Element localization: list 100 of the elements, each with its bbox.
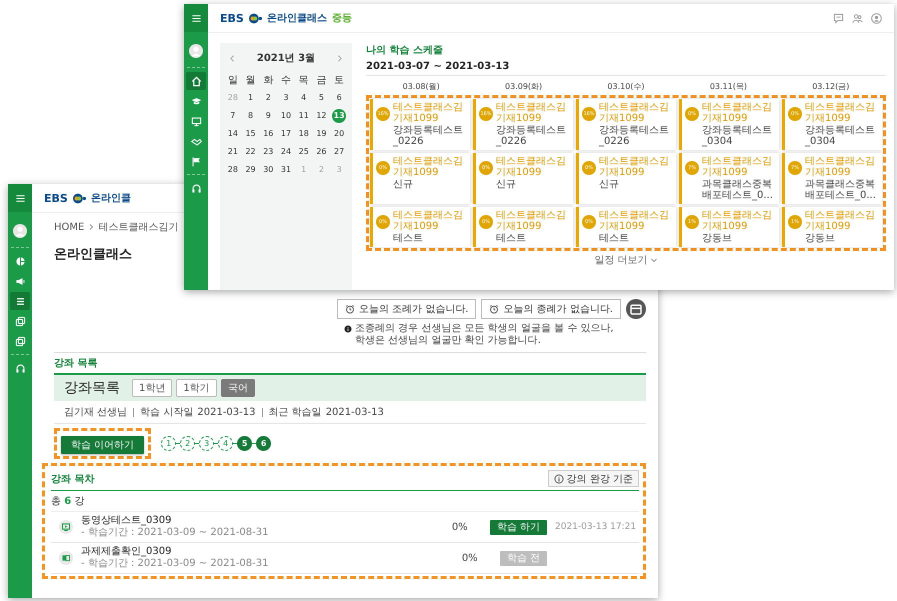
logo-mark-icon [70,192,88,204]
calendar-day[interactable]: 10 [278,109,293,123]
calendar-day[interactable]: 19 [314,127,328,141]
calendar-day[interactable]: 30 [261,163,276,177]
lecture-name: 신규 [599,179,620,190]
start-date-label: 학습 시작일 [140,406,194,419]
more-schedule-link[interactable]: 일정 더보기 [592,251,660,269]
criteria-button[interactable]: 강의 완강 기준 [548,470,639,487]
calendar-day[interactable]: 3 [278,91,293,105]
calendar-day[interactable]: 29 [244,163,258,177]
sidebar-button[interactable] [10,292,30,310]
progress-percent: 0% [462,552,479,564]
class-title: 테스트클래스김기재1099 [393,210,464,232]
avatar-icon [13,224,27,238]
calendar-day[interactable]: 4 [296,91,311,105]
calendar-day[interactable]: 25 [296,145,311,159]
calendar-day[interactable]: 2 [261,91,276,105]
info-icon [554,474,564,484]
weekday-label: 월 [244,74,257,87]
chevron-down-icon [650,256,658,264]
calendar-day[interactable]: 9 [261,109,276,123]
class-title: 테스트클래스김기재1099 [702,156,773,178]
lecture-name: 강동브 [702,233,733,244]
class-title: 테스트클래스김기재1099 [496,102,567,124]
calendar-day[interactable]: 23 [261,145,276,159]
calendar-day[interactable]: 24 [278,145,293,159]
sidebar-button[interactable] [186,72,206,90]
logo-brand: EBS [44,192,68,204]
lecture-name: 과목클래스중복배포테스트_0... [805,179,877,201]
class-title: 테스트클래스김기재1099 [496,210,567,232]
notice-button[interactable]: 오늘의 종례가 없습니다. [481,299,621,319]
monitor-icon [190,116,202,126]
day-label: 03.08(월) [402,81,441,92]
calendar-day[interactable]: 26 [314,145,328,159]
pie-chart-icon [14,256,26,266]
calendar-day[interactable]: 13 [332,109,346,123]
class-title: 테스트클래스김기재1099 [599,102,670,124]
chat-icon[interactable] [833,12,844,24]
calendar-day[interactable]: 21 [226,145,240,159]
weekday-label: 수 [280,74,292,87]
lecture-name: 강좌등록테스트_0226 [496,125,567,147]
menu-button[interactable] [184,4,208,32]
calendar-day[interactable]: 1 [244,91,258,105]
chevron-right-icon [87,223,96,231]
calendar-button[interactable] [626,299,646,319]
calendar-day[interactable]: 8 [244,109,258,123]
calendar-day[interactable]: 22 [244,145,258,159]
study-date: 2021-03-13 17:21 [555,522,638,532]
notice-button[interactable]: 오늘의 조례가 없습니다. [336,299,476,319]
calendar-day[interactable]: 18 [296,127,311,141]
user-icon[interactable] [871,12,882,24]
people-icon[interactable] [852,12,863,24]
class-title: 테스트클래스김기재1099 [805,156,876,178]
video-lesson-icon [59,520,73,534]
calendar-day[interactable]: 28 [226,163,240,177]
calendar-day[interactable]: 16 [261,127,276,141]
calendar-day[interactable]: 27 [332,145,346,159]
date-range: 2021-03-07 ~ 2021-03-13 [366,57,886,76]
filter-tag: 1학기 [176,379,217,397]
calendar-day[interactable]: 15 [244,127,258,141]
step-circle: 3 [199,436,214,451]
lecture-name: 테스트 [496,233,527,244]
schedule-title: 나의 학습 스케줄 [366,44,444,57]
calendar-day[interactable]: 7 [226,109,240,123]
calendar-day[interactable]: 11 [296,109,311,123]
breadcrumb-link[interactable]: 테스트클래스김기 [98,220,178,234]
lecture-name: 과목클래스중복배포테스트_0... [702,179,774,201]
calendar-day[interactable]: 31 [278,163,293,177]
menu-icon [190,12,202,24]
start-date: 2021-03-13 [197,406,256,418]
headset-icon [14,362,26,374]
weekday-label: 토 [333,74,346,87]
lecture-name: 강좌등록테스트_0304 [805,125,876,147]
graduation-cap-icon [190,96,202,106]
calendar-day[interactable]: 5 [314,91,328,105]
study-button[interactable]: 학습 하기 [490,520,547,534]
month-label: 2021년 3월 [256,52,316,65]
calendar-day[interactable]: 20 [332,127,346,141]
continue-button[interactable]: 학습 이어하기 [61,436,144,454]
page-title: 온라인클래스 [54,246,132,263]
book-icon [59,551,73,565]
notice-text: 조종례의 경우 선생님은 모든 학생의 얼굴을 볼 수 있으나, 학생은 선생님의 얼굴만 확인 가능합니다. [355,323,614,347]
calendar-day[interactable]: 14 [226,127,240,141]
step-circle: 1 [161,436,176,451]
lecture-title: 과제제출확인_0309 [81,546,172,558]
calendar-day[interactable]: 17 [278,127,293,141]
calendar-day[interactable]: 12 [314,109,328,123]
class-title: 테스트클래스김기재1099 [393,102,464,124]
alarm-clock-icon [489,304,500,314]
lecture-count: 총 6 강 [51,491,639,512]
flag-icon [190,156,202,166]
lecture-name: 테스트 [599,233,630,244]
class-title: 테스트클래스김기재1099 [599,210,670,232]
menu-button[interactable] [8,184,32,212]
menu-icon [14,192,26,204]
section-label: 강좌 목차 [51,472,94,486]
day-label: 03.12(금) [811,81,850,92]
class-title: 테스트클래스김기재1099 [702,102,773,124]
breadcrumb-link[interactable]: HOME [54,222,84,232]
calendar-day[interactable]: 6 [332,91,346,105]
